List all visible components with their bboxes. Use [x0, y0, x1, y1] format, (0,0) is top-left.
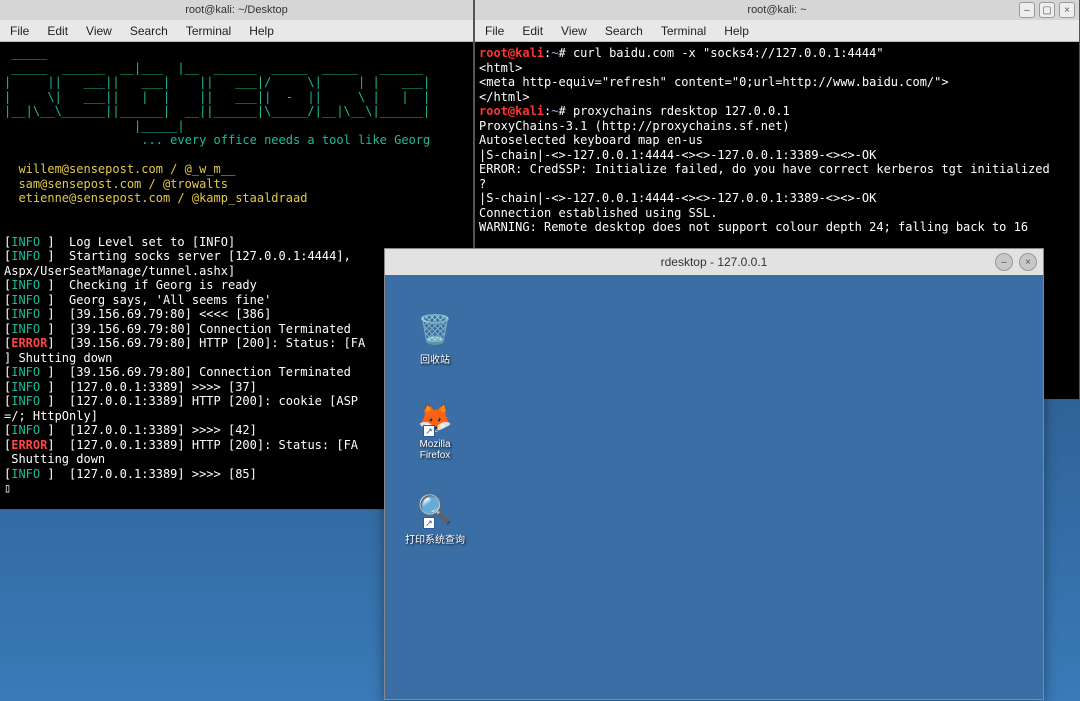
titlebar-right[interactable]: root@kali: ~ – ▢ × — [475, 0, 1079, 20]
icon-label: Mozilla Firefox — [399, 439, 471, 461]
title-text: rdesktop - 127.0.0.1 — [661, 255, 768, 269]
menubar-left[interactable]: File Edit View Search Terminal Help — [0, 20, 473, 42]
menu-search[interactable]: Search — [130, 24, 168, 38]
desktop-icon-recycle-bin[interactable]: 🗑️ 回收站 — [399, 309, 471, 366]
menu-terminal[interactable]: Terminal — [186, 24, 231, 38]
recycle-bin-icon: 🗑️ — [415, 309, 455, 349]
menu-file[interactable]: File — [485, 24, 504, 38]
print-query-icon: 🔍↗ — [415, 489, 455, 529]
menu-edit[interactable]: Edit — [522, 24, 543, 38]
shortcut-arrow-icon: ↗ — [423, 425, 435, 437]
desktop-icon-firefox[interactable]: 🦊↗Mozilla Firefox — [399, 397, 471, 461]
desktop-icon-print-query[interactable]: 🔍↗ 打印系统查询 — [399, 489, 471, 546]
remote-desktop-area[interactable]: 🗑️ 回收站 🦊↗Mozilla Firefox 🔍↗ 打印系统查询 — [385, 275, 1043, 699]
menu-help[interactable]: Help — [249, 24, 274, 38]
titlebar-left[interactable]: root@kali: ~/Desktop — [0, 0, 473, 20]
title-text: root@kali: ~ — [747, 4, 806, 16]
titlebar-rdesktop[interactable]: rdesktop - 127.0.0.1 – × — [385, 249, 1043, 275]
menu-edit[interactable]: Edit — [47, 24, 68, 38]
menubar-right[interactable]: File Edit View Search Terminal Help — [475, 20, 1079, 42]
menu-help[interactable]: Help — [724, 24, 749, 38]
maximize-button[interactable]: ▢ — [1039, 2, 1055, 18]
close-button[interactable]: × — [1019, 253, 1037, 271]
minimize-button[interactable]: – — [1019, 2, 1035, 18]
icon-label: 打印系统查询 — [399, 531, 471, 546]
minimize-button[interactable]: – — [995, 253, 1013, 271]
menu-file[interactable]: File — [10, 24, 29, 38]
menu-view[interactable]: View — [561, 24, 587, 38]
close-button[interactable]: × — [1059, 2, 1075, 18]
shortcut-arrow-icon: ↗ — [423, 517, 435, 529]
icon-label: 回收站 — [399, 351, 471, 366]
firefox-icon: 🦊↗ — [415, 397, 455, 437]
terminal-right-body[interactable]: root@kali:~# curl baidu.com -x "socks4:/… — [475, 42, 1079, 239]
title-text: root@kali: ~/Desktop — [185, 4, 288, 16]
menu-terminal[interactable]: Terminal — [661, 24, 706, 38]
menu-view[interactable]: View — [86, 24, 112, 38]
menu-search[interactable]: Search — [605, 24, 643, 38]
rdesktop-window: rdesktop - 127.0.0.1 – × 🗑️ 回收站 🦊↗Mozilla … — [384, 248, 1044, 700]
